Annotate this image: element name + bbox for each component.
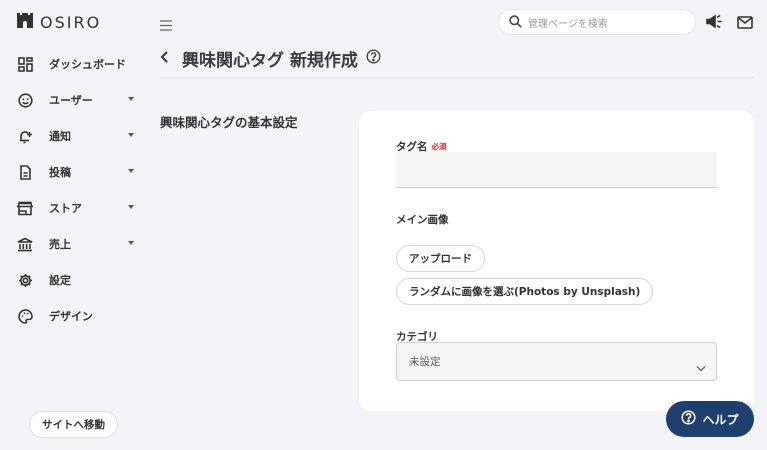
category-select[interactable]: 未設定 xyxy=(396,342,717,381)
page-title: 興味関心タグ 新規作成 xyxy=(182,50,358,71)
chevron-down-icon xyxy=(128,241,134,245)
bell-icon xyxy=(17,128,33,144)
sidebar: OSIRO ダッシュボード ユーザー 通知 投稿 ストア 売上 設定 デザイン … xyxy=(0,0,150,450)
sidebar-item-label: 通知 xyxy=(49,130,71,143)
logo[interactable]: OSIRO xyxy=(16,12,101,32)
random-image-button[interactable]: ランダムに画像を選ぶ(Photos by Unsplash) xyxy=(396,278,654,305)
sidebar-item-settings[interactable]: 設定 xyxy=(0,262,150,298)
help-circle-icon[interactable] xyxy=(366,48,381,68)
sidebar-item-posts[interactable]: 投稿 xyxy=(0,154,150,190)
required-badge: 必須 xyxy=(431,142,447,151)
castle-logo-icon xyxy=(16,12,34,32)
sidebar-item-design[interactable]: デザイン xyxy=(0,298,150,334)
chevron-down-icon xyxy=(128,133,134,137)
palette-icon xyxy=(17,308,33,324)
help-button[interactable]: ヘルプ xyxy=(666,401,754,437)
form-card: タグ名 必須 メイン画像 アップロード ランダムに画像を選ぶ(Photos by … xyxy=(359,111,754,411)
chevron-down-icon xyxy=(128,205,134,209)
search-icon xyxy=(509,13,522,32)
chevron-down-icon xyxy=(696,357,706,376)
upload-button[interactable]: アップロード xyxy=(396,245,485,272)
chevron-down-icon xyxy=(128,97,134,101)
sidebar-item-label: デザイン xyxy=(49,310,93,323)
back-chevron-icon[interactable] xyxy=(160,49,170,68)
sidebar-item-label: 設定 xyxy=(49,274,71,287)
bank-icon xyxy=(17,236,33,252)
mail-icon[interactable] xyxy=(737,14,753,33)
dashboard-icon xyxy=(17,56,33,72)
help-label: ヘルプ xyxy=(702,412,739,427)
sidebar-nav: ダッシュボード ユーザー 通知 投稿 ストア 売上 設定 デザイン xyxy=(0,46,150,334)
sidebar-item-notifications[interactable]: 通知 xyxy=(0,118,150,154)
sidebar-item-label: ユーザー xyxy=(49,94,93,107)
category-value: 未設定 xyxy=(409,356,441,368)
section-title: 興味関心タグの基本設定 xyxy=(160,115,298,130)
main-image-label: メイン画像 xyxy=(396,214,449,226)
tag-name-input[interactable] xyxy=(396,152,717,188)
sidebar-item-label: ダッシュボード xyxy=(49,58,126,71)
store-icon xyxy=(17,200,33,216)
logo-text: OSIRO xyxy=(40,12,102,32)
sidebar-item-store[interactable]: ストア xyxy=(0,190,150,226)
user-icon xyxy=(17,92,33,108)
chevron-down-icon xyxy=(128,169,134,173)
page-header: 興味関心タグ 新規作成 xyxy=(160,44,381,72)
sidebar-item-label: 売上 xyxy=(49,238,71,251)
divider xyxy=(160,77,753,78)
gear-icon xyxy=(17,272,33,288)
search-placeholder: 管理ページを検索 xyxy=(528,18,608,30)
sidebar-item-dashboard[interactable]: ダッシュボード xyxy=(0,46,150,82)
announcement-icon[interactable] xyxy=(706,14,723,33)
sidebar-item-label: 投稿 xyxy=(49,166,71,179)
search-input[interactable]: 管理ページを検索 xyxy=(498,9,696,35)
go-to-site-button[interactable]: サイトへ移動 xyxy=(29,411,118,438)
menu-icon[interactable] xyxy=(160,16,172,35)
document-icon xyxy=(17,164,33,180)
sidebar-item-sales[interactable]: 売上 xyxy=(0,226,150,262)
help-circle-icon xyxy=(681,410,697,428)
sidebar-item-label: ストア xyxy=(49,202,82,215)
sidebar-item-users[interactable]: ユーザー xyxy=(0,82,150,118)
